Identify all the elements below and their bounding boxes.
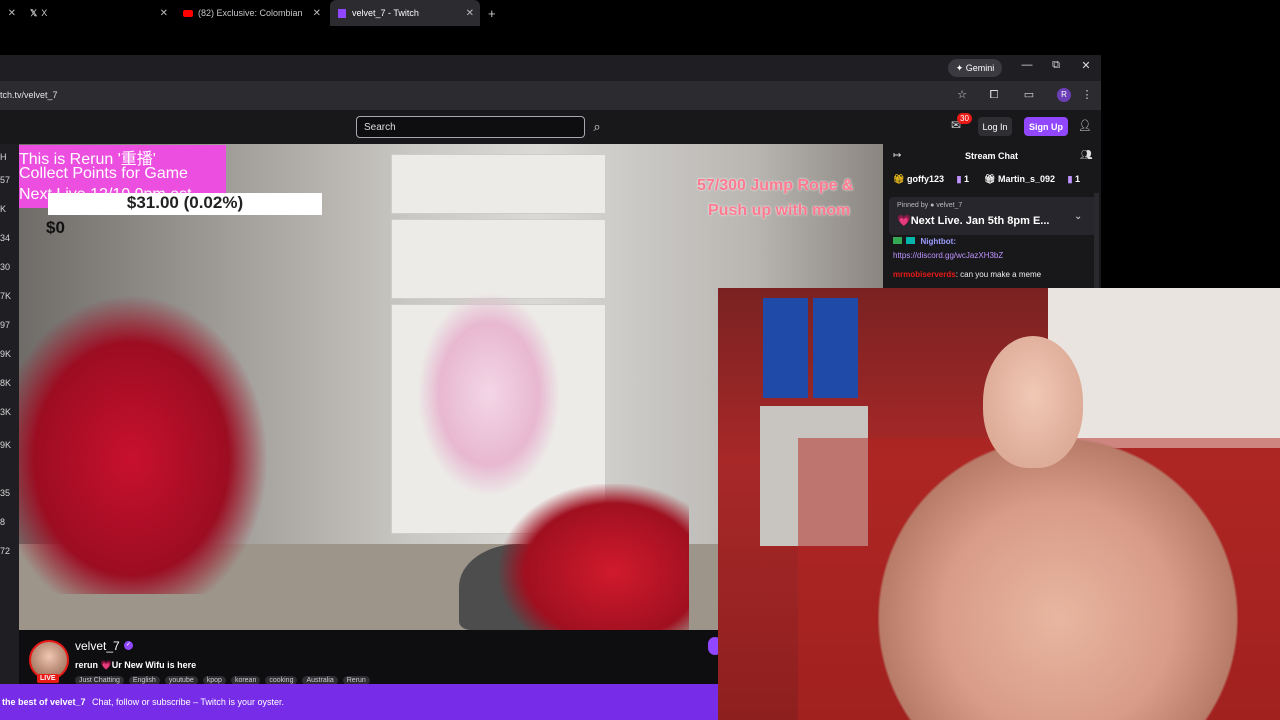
wall [1048,288,1280,448]
webcam-person-head [983,336,1083,468]
sidebar-viewer-count[interactable]: 3K [0,407,11,417]
search-icon[interactable]: ⌕ [586,116,608,138]
chat-username[interactable]: Nightbot: [920,237,956,246]
gift-leader: 🎁︎ goffy123 ▮ 1 [893,174,969,185]
cabinet [391,154,606,214]
sub-icon: ▮ [956,174,962,184]
search-input[interactable]: Search [356,116,585,138]
goal-start-label: $0 [46,218,65,237]
tab-title: (82) Exclusive: Colombian presi [198,8,304,18]
close-icon[interactable]: ✕ [8,8,16,19]
chat-username[interactable]: mrmobiserverds [893,270,956,279]
sidebar-viewer-count[interactable]: 9K [0,349,11,359]
banner-text: the best of velvet_7 Chat, follow or sub… [2,697,284,707]
sidebar-viewer-count[interactable]: 57 [0,175,10,185]
signup-button[interactable]: Sign Up [1024,117,1068,136]
sidebar-viewer-count[interactable]: 30 [0,262,10,272]
sidebar-viewer-count[interactable]: K [0,204,6,214]
x-logo-icon: 𝕏 [30,7,38,18]
chat-scrollbar[interactable] [1094,193,1099,288]
sidebar-viewer-count[interactable]: 34 [0,233,10,243]
collapse-chat-icon[interactable]: ↦ [893,150,901,161]
gemini-button[interactable]: ✦ Gemini [948,59,1002,77]
sidebar-viewer-count[interactable]: 8 [0,517,5,527]
sidebar-viewer-count[interactable]: 9K [0,440,11,450]
badge-icon [893,237,902,244]
gift-count: 1 [963,174,969,184]
close-icon[interactable]: ✕ [466,8,474,19]
banner-bold-text: the best of velvet_7 [2,697,86,707]
gifter-name[interactable]: goffy123 [907,174,944,184]
sidebar-viewer-count[interactable]: 97 [0,320,10,330]
tab-title: velvet_7 - Twitch [352,8,419,18]
youtube-icon [183,9,193,17]
sub-icon: ▮ [1067,174,1073,184]
twitch-icon [338,8,346,18]
pinned-text: 💗Next Live. Jan 5th 8pm E... [897,215,1050,227]
url-field[interactable]: tch.tv/velvet_7 [0,90,58,100]
person-red-dress [19,294,269,594]
sidebar-viewer-count[interactable]: 8K [0,378,11,388]
person-red-dress-2 [499,484,689,630]
gift-count: 1 [1074,174,1080,184]
star-icon[interactable]: ☆ [955,88,969,102]
sidebar-viewer-count[interactable]: 72 [0,546,10,556]
address-bar-row [0,81,1101,110]
rerun-line: Collect Points for Game [19,165,188,182]
channel-name[interactable]: velvet_7 [75,639,120,653]
chat-text: : can you make a meme [955,270,1042,279]
gifter-name[interactable]: Martin_s_092 [998,174,1055,184]
cast-icon[interactable]: ▭ [1022,88,1036,102]
tab-x[interactable]: 𝕏 X ✕ [30,0,170,26]
webcam-person [878,438,1238,720]
cabinet [391,219,606,299]
sidebar-viewer-count[interactable]: 7K [0,291,11,301]
close-window-icon[interactable]: ✕ [1079,59,1093,72]
chat-message: mrmobiserverds: can you make a meme [893,270,1041,279]
restore-icon[interactable]: ⧉ [1049,59,1063,72]
box-stack [763,298,808,398]
sidebar-viewer-count[interactable]: H [0,152,7,162]
profile-avatar[interactable]: R [1057,88,1071,102]
minimize-icon[interactable]: — [1020,59,1034,71]
pinned-by: Pinned by ● velvet_7 [897,202,963,209]
chat-link[interactable]: https://discord.gg/wcJazXH3bZ [893,251,1003,260]
chat-message: Nightbot: [893,237,956,246]
menu-icon[interactable]: ⋮ [1080,88,1094,102]
stream-title: rerun 💗Ur New Wifu is here [75,660,197,670]
tab-youtube[interactable]: (82) Exclusive: Colombian presi ✕ [183,0,323,26]
gift-leader: 🎁︎ Martin_s_092 ▮ 1 [984,174,1080,185]
tab-twitch[interactable]: velvet_7 - Twitch ✕ [330,0,480,26]
pink-christmas-tree [419,294,559,494]
webcam-overlay [718,288,1280,720]
gift-icon: 🎁︎ [893,174,905,184]
extensions-icon[interactable]: ⧠ [987,88,1001,102]
close-icon[interactable]: ✕ [160,8,168,19]
chat-title: Stream Chat [965,151,1019,161]
banner-message: Chat, follow or subscribe – Twitch is yo… [92,697,284,707]
login-button[interactable]: Log In [978,117,1012,136]
close-icon[interactable]: ✕ [313,8,321,19]
verified-icon: ✓ [124,641,133,650]
jump-rope-overlay: Push up with mom [708,202,851,219]
jump-rope-overlay: 57/300 Jump Rope & [697,177,854,194]
tab-title: X [41,8,48,18]
chevron-down-icon[interactable]: ⌄ [1074,211,1082,222]
notification-badge: 30 [957,113,972,124]
browser-tab-strip [0,55,1101,81]
tab-close-partial[interactable]: ✕ [0,0,16,26]
badge-icon [906,237,916,244]
gift-icon: 🎁︎ [984,174,996,184]
sidebar-viewer-count[interactable]: 35 [0,488,10,498]
box-stack [813,298,858,398]
users-icon[interactable]: 👥︎ [1080,150,1093,161]
live-badge: LIVE [37,674,59,683]
new-tab-button[interactable]: + [488,0,502,26]
user-icon[interactable]: 👤︎ [1078,119,1092,132]
price-overlay: $31.00 (0.02%) [48,193,322,215]
